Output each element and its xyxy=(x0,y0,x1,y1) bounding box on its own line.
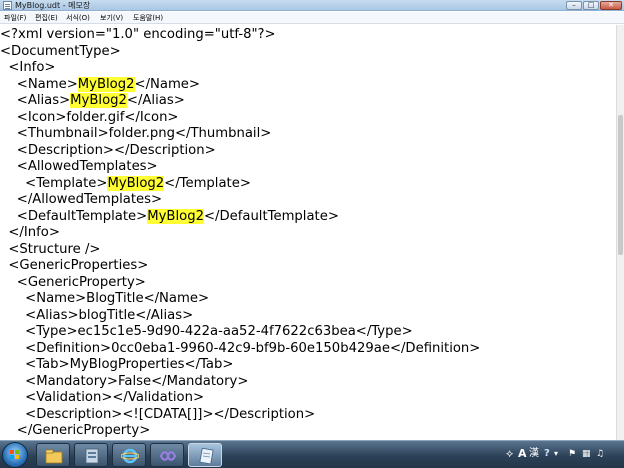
menu-view[interactable]: 보기(V) xyxy=(99,12,124,24)
code-line: <Structure /> xyxy=(0,242,100,258)
code-text: </Info> xyxy=(0,225,60,240)
code-text: <Name> xyxy=(0,76,78,92)
taskbar-server-manager-button[interactable] xyxy=(74,443,108,467)
code-text: </DefaultTemplate> xyxy=(203,208,339,224)
ime-language-icon[interactable]: ⟡ xyxy=(506,448,513,460)
highlighted-text: MyBlog2 xyxy=(107,175,165,191)
code-text: <Description></Description> xyxy=(0,142,216,158)
taskbar-ie-button[interactable] xyxy=(112,443,146,467)
code-line: <Thumbnail>folder.png</Thumbnail> xyxy=(0,126,272,142)
maximize-button[interactable]: □ xyxy=(583,1,599,10)
code-text: <Tab>MyBlogProperties</Tab> xyxy=(0,357,234,372)
code-text: <Template> xyxy=(0,175,108,191)
volume-icon[interactable]: ♫ xyxy=(596,448,604,460)
menu-edit[interactable]: 편집(E) xyxy=(34,12,59,24)
text-editor-area[interactable]: <?xml version="1.0" encoding="utf-8"?> <D… xyxy=(0,25,616,440)
notepad-window: MyBlog.udt - 메모장 – □ ✕ 파일(F) 편집(E) 서식(O)… xyxy=(0,0,624,440)
highlighted-text: MyBlog2 xyxy=(147,208,204,224)
code-line: <Mandatory>False</Mandatory> xyxy=(0,374,248,390)
taskbar: ⟡ A 漢 ? ▾ ⚑ ▦ ♫ xyxy=(0,440,624,468)
code-text: <?xml version="1.0" encoding="utf-8"?> xyxy=(0,27,276,42)
highlighted-text: MyBlog2 xyxy=(70,93,127,108)
code-text: <GenericProperty> xyxy=(0,274,146,290)
notepad-icon xyxy=(3,1,12,10)
notepad-icon xyxy=(199,448,214,464)
code-text: <Info> xyxy=(0,60,56,75)
taskbar-notepad-button[interactable] xyxy=(188,443,222,467)
window-title: MyBlog.udt - 메모장 xyxy=(15,1,91,10)
code-text: <GenericProperties> xyxy=(0,258,149,273)
ime-mode[interactable]: 漢 xyxy=(529,448,539,460)
windows-logo-icon xyxy=(10,450,20,460)
code-line: <Description><![CDATA[]]></Description> xyxy=(0,407,315,423)
code-line: <Name>BlogTitle</Name> xyxy=(0,291,209,307)
code-line: <AllowedTemplates> xyxy=(0,159,158,175)
code-line: <Tab>MyBlogProperties</Tab> xyxy=(0,357,233,373)
action-center-icon[interactable]: ⚑ xyxy=(568,448,576,460)
taskbar-visual-studio-button[interactable] xyxy=(150,443,184,467)
server-manager-icon xyxy=(85,448,99,464)
code-line: <Description></Description> xyxy=(0,143,216,159)
code-line: <Alias>MyBlog2</Alias> xyxy=(0,93,185,109)
code-text: <Structure /> xyxy=(0,241,101,257)
menu-format[interactable]: 서식(O) xyxy=(65,12,91,24)
code-text: <Name>BlogTitle</Name> xyxy=(0,291,210,306)
code-text: <Thumbnail>folder.png</Thumbnail> xyxy=(0,126,272,141)
minimize-button[interactable]: – xyxy=(566,1,582,10)
code-line: <GenericProperty> xyxy=(0,275,146,291)
code-text: <DefaultTemplate> xyxy=(0,208,148,224)
code-text: <Alias>blogTitle</Alias> xyxy=(0,307,194,323)
ime-options-icon[interactable]: ▾ xyxy=(554,448,558,460)
code-text: <Type>ec15c1e5-9d90-422a-aa52-4f7622c63b… xyxy=(0,324,413,339)
code-line: </GenericProperty> xyxy=(0,423,151,439)
code-line: </AllowedTemplates> xyxy=(0,192,162,208)
code-text: <Mandatory>False</Mandatory> xyxy=(0,373,249,389)
visual-studio-icon xyxy=(159,451,177,461)
menu-file[interactable]: 파일(F) xyxy=(3,12,27,24)
start-button[interactable] xyxy=(2,442,28,468)
code-line: <Alias>blogTitle</Alias> xyxy=(0,308,193,324)
code-line: <Name>MyBlog2</Name> xyxy=(0,76,200,93)
code-text: <DocumentType> xyxy=(0,43,121,59)
vertical-scrollbar[interactable] xyxy=(616,25,624,440)
title-bar[interactable]: MyBlog.udt - 메모장 – □ ✕ xyxy=(0,0,624,11)
menu-help[interactable]: 도움말(H) xyxy=(132,12,164,24)
code-line: <Type>ec15c1e5-9d90-422a-aa52-4f7622c63b… xyxy=(0,324,413,340)
code-text: </Name> xyxy=(134,76,200,92)
ime-label[interactable]: A xyxy=(518,448,527,460)
code-text: <AllowedTemplates> xyxy=(0,159,158,174)
code-line: <Definition>0cc0eba1-9960-42c9-bf9b-60e1… xyxy=(0,341,480,357)
code-text: <Description><![CDATA[]]></Description> xyxy=(0,406,316,422)
explorer-folder-icon xyxy=(45,449,63,464)
close-button[interactable]: ✕ xyxy=(600,1,622,10)
code-line: </Info> xyxy=(0,225,60,241)
code-line: <?xml version="1.0" encoding="utf-8"?> xyxy=(0,27,276,43)
internet-explorer-icon xyxy=(121,448,139,464)
highlighted-text: MyBlog2 xyxy=(77,76,135,92)
network-icon[interactable]: ▦ xyxy=(582,448,591,460)
code-line: <Icon>folder.gif</Icon> xyxy=(0,109,179,126)
taskbar-explorer-button[interactable] xyxy=(36,443,70,467)
code-text: </Alias> xyxy=(126,93,185,108)
code-text: <Icon>folder.gif</Icon> xyxy=(0,109,179,125)
ime-help-icon[interactable]: ? xyxy=(544,448,550,460)
code-line: <DefaultTemplate>MyBlog2</DefaultTemplat… xyxy=(0,208,339,225)
code-text: <Definition>0cc0eba1-9960-42c9-bf9b-60e1… xyxy=(0,340,481,356)
code-text: <Validation></Validation> xyxy=(0,390,205,405)
code-line: <Validation></Validation> xyxy=(0,390,204,406)
code-text: </Template> xyxy=(164,175,251,191)
system-tray: ⟡ A 漢 ? ▾ ⚑ ▦ ♫ xyxy=(502,441,624,468)
code-line: <GenericProperties> xyxy=(0,258,148,274)
code-line: <Info> xyxy=(0,60,55,76)
code-line: <Template>MyBlog2</Template> xyxy=(0,175,251,192)
code-text: </AllowedTemplates> xyxy=(0,192,163,207)
scrollbar-thumb[interactable] xyxy=(618,115,623,255)
code-line: <DocumentType> xyxy=(0,44,121,60)
code-text: <Alias> xyxy=(0,93,71,108)
menu-bar: 파일(F) 편집(E) 서식(O) 보기(V) 도움말(H) xyxy=(0,12,624,24)
code-text: </GenericProperty> xyxy=(0,423,151,438)
